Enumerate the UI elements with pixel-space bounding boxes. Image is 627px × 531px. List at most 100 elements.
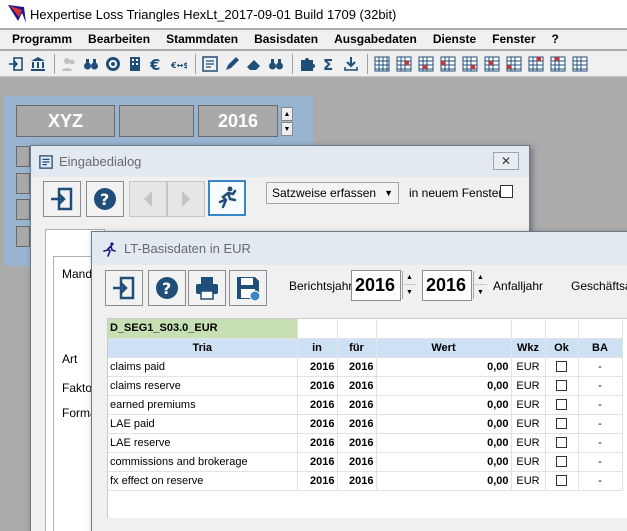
wert-cell[interactable]: 0,00 [376, 376, 512, 396]
spin-down-icon[interactable]: ▼ [403, 285, 416, 299]
menu-ausgabedaten[interactable]: Ausgabedaten [326, 30, 425, 49]
menu-bearbeiten[interactable]: Bearbeiten [80, 30, 158, 49]
wkz-cell[interactable]: EUR [511, 433, 546, 453]
exit-button[interactable] [43, 181, 81, 217]
in-cell[interactable]: 2016 [297, 452, 338, 472]
wert-cell[interactable]: 0,00 [376, 395, 512, 415]
table-row[interactable]: fx effect on reserve 2016 2016 0,00 EUR … [108, 471, 623, 491]
spin-up-icon[interactable]: ▲ [474, 271, 487, 285]
ba-cell[interactable]: - [578, 471, 623, 491]
exit-button[interactable] [105, 270, 143, 306]
ok-cell[interactable] [545, 357, 579, 377]
ok-checkbox[interactable] [556, 380, 567, 392]
print-button[interactable] [188, 270, 226, 306]
menu-fenster[interactable]: Fenster [484, 30, 543, 49]
berichtsjahr-field[interactable]: 2016 [351, 270, 401, 301]
ok-cell[interactable] [545, 471, 579, 491]
currency-exchange-icon[interactable]: €↔$ [169, 54, 189, 74]
side-button[interactable] [16, 146, 30, 167]
globe-icon[interactable] [103, 54, 123, 74]
wert-cell[interactable]: 0,00 [376, 433, 512, 453]
binoculars-icon[interactable] [266, 54, 286, 74]
table-row[interactable]: earned premiums 2016 2016 0,00 EUR - [108, 395, 623, 415]
tria-cell[interactable]: LAE reserve [108, 433, 298, 453]
tria-cell[interactable]: claims reserve [108, 376, 298, 396]
year-display[interactable]: 2016 [198, 105, 278, 137]
grid-icon[interactable] [416, 54, 436, 74]
ok-checkbox[interactable] [556, 456, 567, 468]
side-button[interactable] [16, 173, 30, 194]
puzzle-icon[interactable] [297, 54, 317, 74]
in-cell[interactable]: 2016 [297, 414, 338, 434]
wert-cell[interactable]: 0,00 [376, 452, 512, 472]
company-button[interactable]: XYZ [16, 105, 115, 137]
menu-basisdaten[interactable]: Basisdaten [246, 30, 326, 49]
pencil-icon[interactable] [222, 54, 242, 74]
ba-cell[interactable]: - [578, 395, 623, 415]
in-cell[interactable]: 2016 [297, 376, 338, 396]
eraser-icon[interactable] [244, 54, 264, 74]
ok-checkbox[interactable] [556, 437, 567, 449]
menu-programm[interactable]: Programm [0, 30, 80, 49]
download-icon[interactable] [341, 54, 361, 74]
grid-icon[interactable] [570, 54, 590, 74]
people-icon[interactable] [59, 54, 79, 74]
col-header-wert[interactable]: Wert [376, 338, 512, 358]
euro-icon[interactable]: € [147, 54, 167, 74]
wkz-cell[interactable]: EUR [511, 414, 546, 434]
in-cell[interactable]: 2016 [297, 357, 338, 377]
spin-down-icon[interactable]: ▼ [281, 122, 293, 136]
tria-cell[interactable]: commissions and brokerage [108, 452, 298, 472]
wert-cell[interactable]: 0,00 [376, 357, 512, 377]
ok-checkbox[interactable] [556, 361, 567, 373]
fuer-cell[interactable]: 2016 [337, 452, 377, 472]
in-cell[interactable]: 2016 [297, 395, 338, 415]
ok-cell[interactable] [545, 414, 579, 434]
wkz-cell[interactable]: EUR [511, 395, 546, 415]
ok-cell[interactable] [545, 452, 579, 472]
menu-help[interactable]: ? [544, 30, 567, 49]
save-button[interactable] [229, 270, 267, 306]
edit-list-icon[interactable] [200, 54, 220, 74]
col-header-tria[interactable]: Tria [108, 338, 298, 358]
wkz-cell[interactable]: EUR [511, 376, 546, 396]
previous-button[interactable] [129, 181, 167, 217]
table-row[interactable]: claims paid 2016 2016 0,00 EUR - [108, 357, 623, 377]
building-icon[interactable] [125, 54, 145, 74]
table-row[interactable]: LAE paid 2016 2016 0,00 EUR - [108, 414, 623, 434]
next-button[interactable] [167, 181, 205, 217]
tria-cell[interactable]: fx effect on reserve [108, 471, 298, 491]
side-button[interactable] [16, 199, 30, 220]
ok-checkbox[interactable] [556, 418, 567, 430]
new-window-checkbox[interactable] [500, 185, 513, 198]
grid-icon[interactable] [548, 54, 568, 74]
side-button[interactable] [16, 226, 30, 247]
grid-icon[interactable] [504, 54, 524, 74]
anfalljahr-field[interactable]: 2016 [422, 270, 472, 301]
table-row[interactable]: LAE reserve 2016 2016 0,00 EUR - [108, 433, 623, 453]
wkz-cell[interactable]: EUR [511, 471, 546, 491]
fuer-cell[interactable]: 2016 [337, 395, 377, 415]
col-header-in[interactable]: in [297, 338, 338, 358]
anfalljahr-spinner[interactable]: ▲ ▼ [473, 271, 487, 299]
ok-cell[interactable] [545, 433, 579, 453]
col-header-ba[interactable]: BA [578, 338, 623, 358]
grid-icon[interactable] [460, 54, 480, 74]
fuer-cell[interactable]: 2016 [337, 357, 377, 377]
in-cell[interactable]: 2016 [297, 471, 338, 491]
tria-cell[interactable]: claims paid [108, 357, 298, 377]
grid-icon[interactable] [372, 54, 392, 74]
run-button[interactable] [208, 180, 246, 216]
in-cell[interactable]: 2016 [297, 433, 338, 453]
wkz-cell[interactable]: EUR [511, 357, 546, 377]
ok-cell[interactable] [545, 395, 579, 415]
table-row[interactable]: commissions and brokerage 2016 2016 0,00… [108, 452, 623, 472]
menu-stammdaten[interactable]: Stammdaten [158, 30, 246, 49]
exit-icon[interactable] [6, 54, 26, 74]
help-button[interactable]: ? [86, 181, 124, 217]
fuer-cell[interactable]: 2016 [337, 414, 377, 434]
ok-cell[interactable] [545, 376, 579, 396]
tria-cell[interactable]: earned premiums [108, 395, 298, 415]
grid-icon[interactable] [438, 54, 458, 74]
berichtsjahr-spinner[interactable]: ▲ ▼ [402, 271, 416, 299]
